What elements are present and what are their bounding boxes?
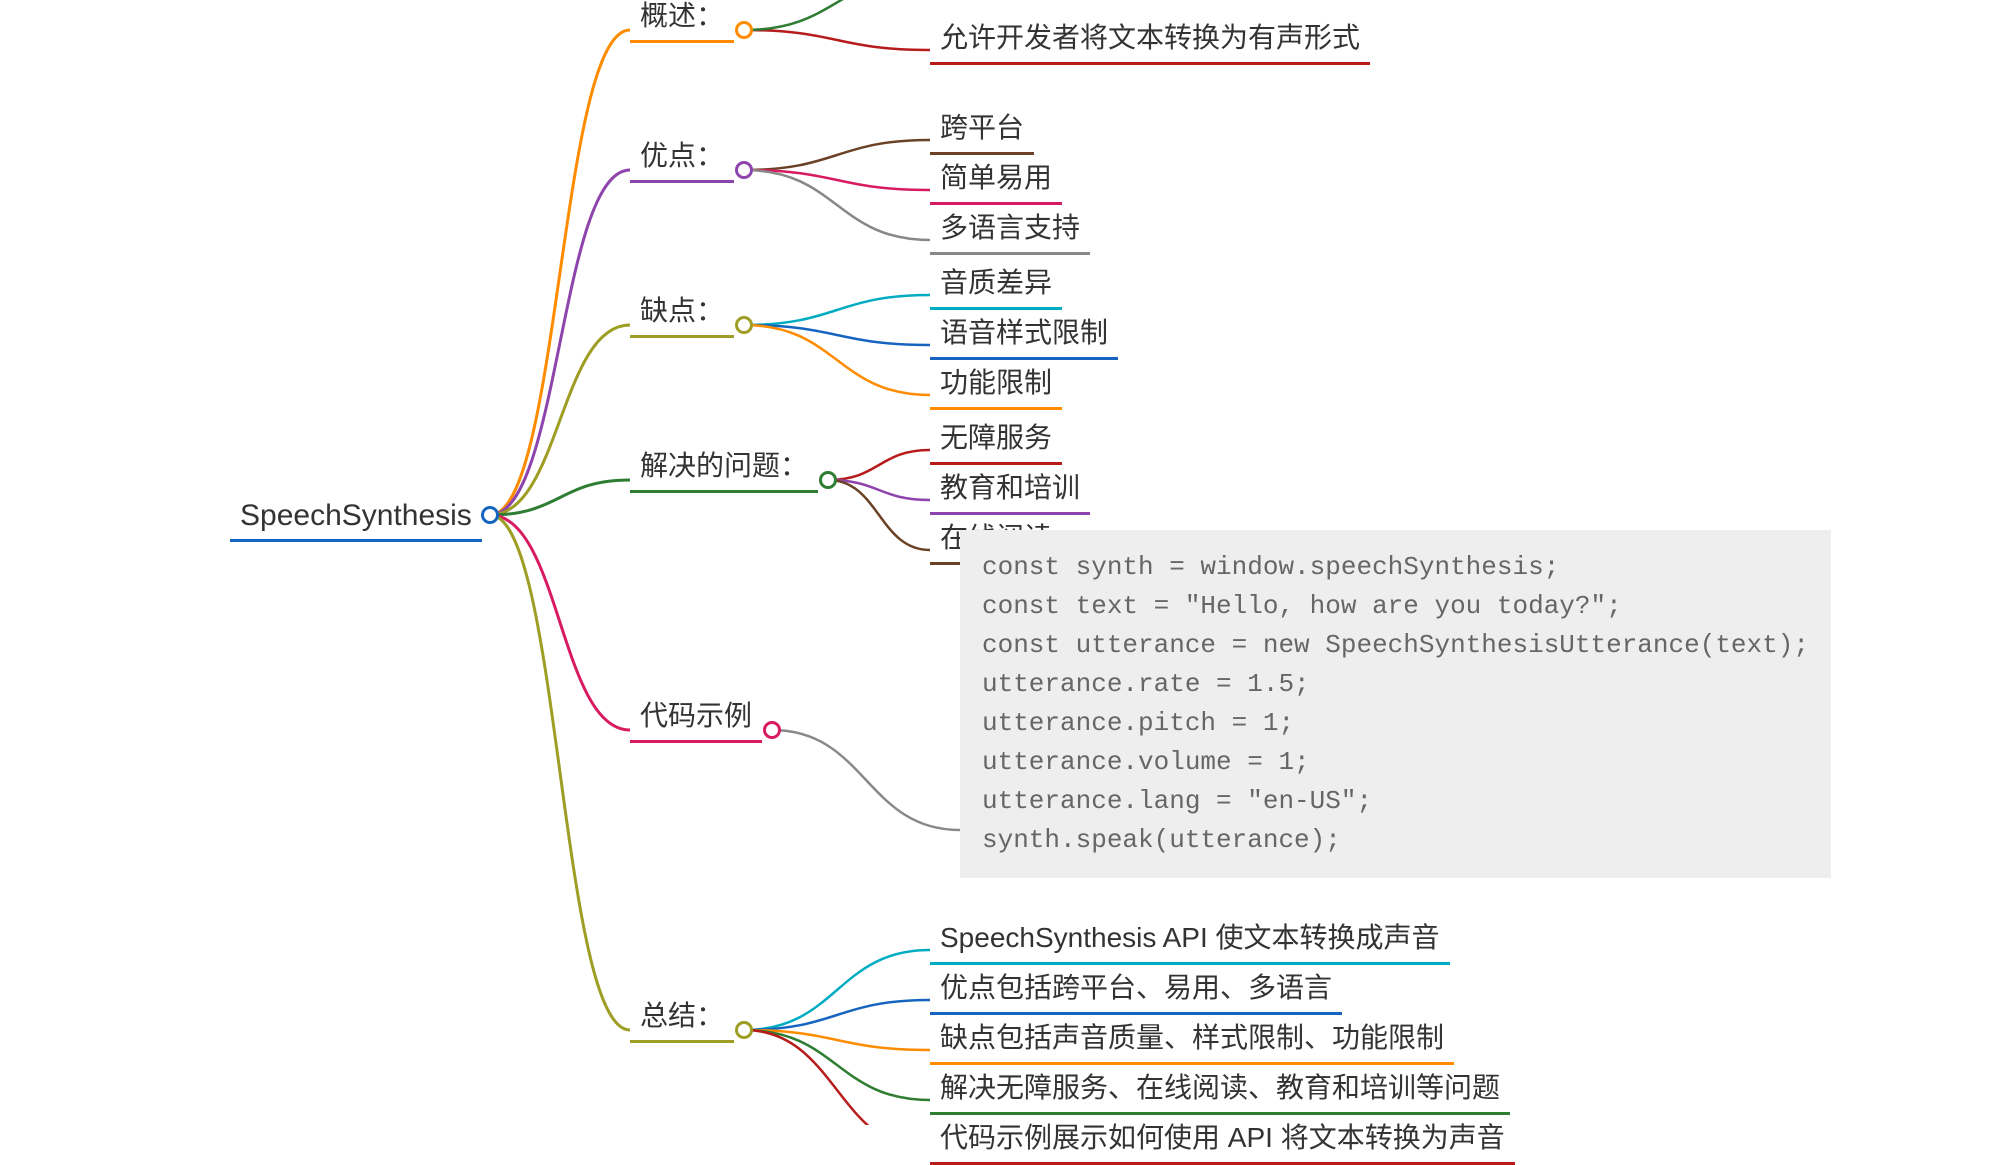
mindmap-canvas: SpeechSynthesis 概述： 允许开发者将文本转换为有声形式优点： 跨平台简… [0,0,2000,1125]
leaf-pros-2[interactable]: 多语言支持 [930,202,1090,255]
root-node[interactable]: SpeechSynthesis [230,495,482,542]
branch-code-joint[interactable] [763,721,781,739]
leaf-summary-1[interactable]: 优点包括跨平台、易用、多语言 [930,962,1342,1015]
leaf-pros-0[interactable]: 跨平台 [930,102,1034,155]
root-joint[interactable] [481,506,499,524]
leaf-summary-0[interactable]: SpeechSynthesis API 使文本转换成声音 [930,912,1450,965]
branch-overview-joint[interactable] [735,21,753,39]
branch-solves-joint[interactable] [819,471,837,489]
branch-pros[interactable]: 优点： [630,130,734,183]
branch-cons[interactable]: 缺点： [630,285,734,338]
leaf-solves-0[interactable]: 无障服务 [930,412,1062,465]
leaf-summary-2[interactable]: 缺点包括声音质量、样式限制、功能限制 [930,1012,1454,1065]
leaf-cons-0[interactable]: 音质差异 [930,257,1062,310]
branch-code[interactable]: 代码示例 [630,690,762,743]
leaf-summary-3[interactable]: 解决无障服务、在线阅读、教育和培训等问题 [930,1062,1510,1115]
branch-solves[interactable]: 解决的问题： [630,440,818,493]
branch-summary[interactable]: 总结： [630,990,734,1043]
leaf-pros-1[interactable]: 简单易用 [930,152,1062,205]
leaf-cons-1[interactable]: 语音样式限制 [930,307,1118,360]
leaf-solves-1[interactable]: 教育和培训 [930,462,1090,515]
branch-summary-joint[interactable] [735,1021,753,1039]
leaf-summary-4[interactable]: 代码示例展示如何使用 API 将文本转换为声音 [930,1112,1515,1165]
branch-cons-joint[interactable] [735,316,753,334]
leaf-overview-0[interactable]: 允许开发者将文本转换为有声形式 [930,12,1370,65]
leaf-cons-2[interactable]: 功能限制 [930,357,1062,410]
code-example-box: const synth = window.speechSynthesis; co… [960,530,1831,878]
branch-pros-joint[interactable] [735,161,753,179]
branch-overview[interactable]: 概述： [630,0,734,43]
